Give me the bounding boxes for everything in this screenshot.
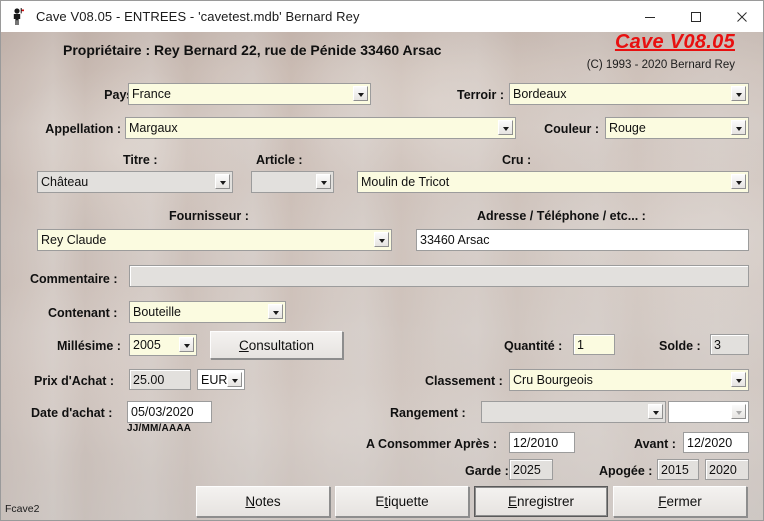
couleur-combobox[interactable]: Rouge — [605, 117, 749, 139]
pays-combobox[interactable]: France — [128, 83, 371, 105]
chevron-down-icon[interactable] — [731, 174, 746, 189]
consultation-label: onsultation — [248, 337, 315, 353]
date-format-hint: JJ/MM/AAAA — [127, 423, 192, 434]
close-icon[interactable] — [719, 1, 763, 32]
label-avant: Avant : — [634, 437, 676, 451]
form-id-label: Fcave2 — [5, 503, 40, 515]
app-logo-title: Cave V08.05 — [614, 31, 735, 53]
apogee-start-value: 2015 — [657, 459, 699, 480]
classement-value: Cru Bourgeois — [513, 373, 593, 387]
label-titre: Titre : — [123, 153, 158, 167]
consultation-accesskey: C — [238, 337, 249, 353]
label-appellation: Appellation : — [45, 122, 121, 136]
notes-post: otes — [255, 494, 281, 509]
etiquette-post: iquette — [388, 494, 429, 509]
chevron-down-icon[interactable] — [374, 232, 389, 247]
chevron-down-icon[interactable] — [316, 174, 331, 189]
label-adresse: Adresse / Téléphone / etc... : — [477, 209, 646, 223]
person-icon — [8, 6, 30, 28]
label-date-achat: Date d'achat : — [31, 406, 113, 420]
chevron-down-icon[interactable] — [179, 337, 194, 352]
label-prix-achat: Prix d'Achat : — [34, 374, 115, 388]
label-contenant: Contenant : — [48, 306, 118, 320]
contenant-value: Bouteille — [133, 305, 181, 319]
label-terroir: Terroir : — [457, 88, 504, 102]
chevron-down-icon[interactable] — [648, 404, 663, 419]
adresse-input[interactable]: 33460 Arsac — [416, 229, 749, 251]
etiquette-pre: E — [375, 494, 385, 509]
date-achat-input[interactable]: 05/03/2020 — [127, 401, 212, 423]
label-couleur: Couleur : — [544, 122, 599, 136]
title-bar: Cave V08.05 - ENTREES - 'cavetest.mdb' B… — [1, 1, 763, 33]
label-garde: Garde : — [465, 464, 509, 478]
label-consommer-apres: A Consommer Après : — [366, 437, 498, 451]
cru-value: Moulin de Tricot — [361, 175, 450, 189]
chevron-down-icon[interactable] — [353, 86, 368, 101]
millesime-value: 2005 — [133, 338, 161, 352]
appellation-value: Margaux — [129, 121, 178, 135]
copyright-text: (C) 1993 - 2020 Bernard Rey — [586, 59, 735, 71]
millesime-combobox[interactable]: 2005 — [129, 334, 197, 356]
chevron-down-icon[interactable] — [731, 372, 746, 387]
fournisseur-combobox[interactable]: Rey Claude — [37, 229, 392, 251]
chevron-down-icon[interactable] — [498, 120, 513, 135]
contenant-combobox[interactable]: Bouteille — [129, 301, 286, 323]
titre-combobox[interactable]: Château — [37, 171, 233, 193]
terroir-value: Bordeaux — [513, 87, 567, 101]
couleur-value: Rouge — [609, 121, 646, 135]
consultation-button[interactable]: Consultation — [210, 331, 343, 359]
garde-value: 2025 — [509, 459, 553, 480]
enregistrer-post: nregistrer — [516, 494, 575, 509]
solde-value: 3 — [710, 334, 749, 355]
window-title: Cave V08.05 - ENTREES - 'cavetest.mdb' B… — [36, 9, 360, 24]
chevron-down-icon[interactable] — [268, 304, 283, 319]
label-quantite: Quantité : — [504, 339, 563, 353]
appellation-combobox[interactable]: Margaux — [125, 117, 516, 139]
commentaire-input[interactable] — [129, 265, 749, 287]
etiquette-button[interactable]: Etiquette — [335, 486, 469, 517]
enregistrer-accesskey: E — [507, 494, 517, 509]
label-fournisseur: Fournisseur : — [169, 209, 249, 223]
chevron-down-icon[interactable] — [731, 120, 746, 135]
prix-achat-value: 25.00 — [129, 369, 191, 390]
notes-button[interactable]: Notes — [196, 486, 330, 517]
devise-value: EUR — [201, 373, 228, 387]
label-millesime: Millésime : — [57, 339, 121, 353]
avant-input[interactable]: 12/2020 — [683, 432, 749, 453]
maximize-icon[interactable] — [673, 1, 719, 32]
rangement-combobox[interactable] — [481, 401, 666, 423]
chevron-down-icon[interactable] — [731, 86, 746, 101]
enregistrer-button[interactable]: Enregistrer — [474, 486, 608, 517]
cru-combobox[interactable]: Moulin de Tricot — [357, 171, 749, 193]
rangement-secondary-combobox[interactable] — [668, 401, 749, 423]
chevron-down-icon[interactable] — [227, 372, 242, 387]
consommer-apres-input[interactable]: 12/2010 — [509, 432, 575, 453]
fermer-button[interactable]: Fermer — [613, 486, 747, 517]
apogee-end-value: 2020 — [705, 459, 749, 480]
titre-value: Château — [41, 175, 89, 189]
label-solde: Solde : — [659, 339, 701, 353]
chevron-down-icon — [731, 404, 746, 419]
chevron-down-icon[interactable] — [215, 174, 230, 189]
application-window: Cave V08.05 - ENTREES - 'cavetest.mdb' B… — [0, 0, 764, 521]
window-controls — [627, 1, 763, 32]
owner-line: Propriétaire : Rey Bernard 22, rue de Pé… — [63, 42, 442, 58]
devise-combobox[interactable]: EUR — [197, 369, 245, 390]
label-commentaire: Commentaire : — [30, 272, 118, 286]
label-cru: Cru : — [502, 153, 532, 167]
label-article: Article : — [256, 153, 303, 167]
fermer-post: ermer — [666, 494, 702, 509]
pays-value: France — [132, 87, 171, 101]
label-rangement: Rangement : — [390, 406, 466, 420]
label-classement: Classement : — [425, 374, 503, 388]
quantite-input[interactable]: 1 — [573, 334, 615, 355]
label-apogee: Apogée : — [599, 464, 653, 478]
terroir-combobox[interactable]: Bordeaux — [509, 83, 749, 105]
notes-accesskey: N — [245, 494, 256, 509]
minimize-icon[interactable] — [627, 1, 673, 32]
article-combobox[interactable] — [251, 171, 334, 193]
classement-combobox[interactable]: Cru Bourgeois — [509, 369, 749, 391]
fournisseur-value: Rey Claude — [41, 233, 107, 247]
